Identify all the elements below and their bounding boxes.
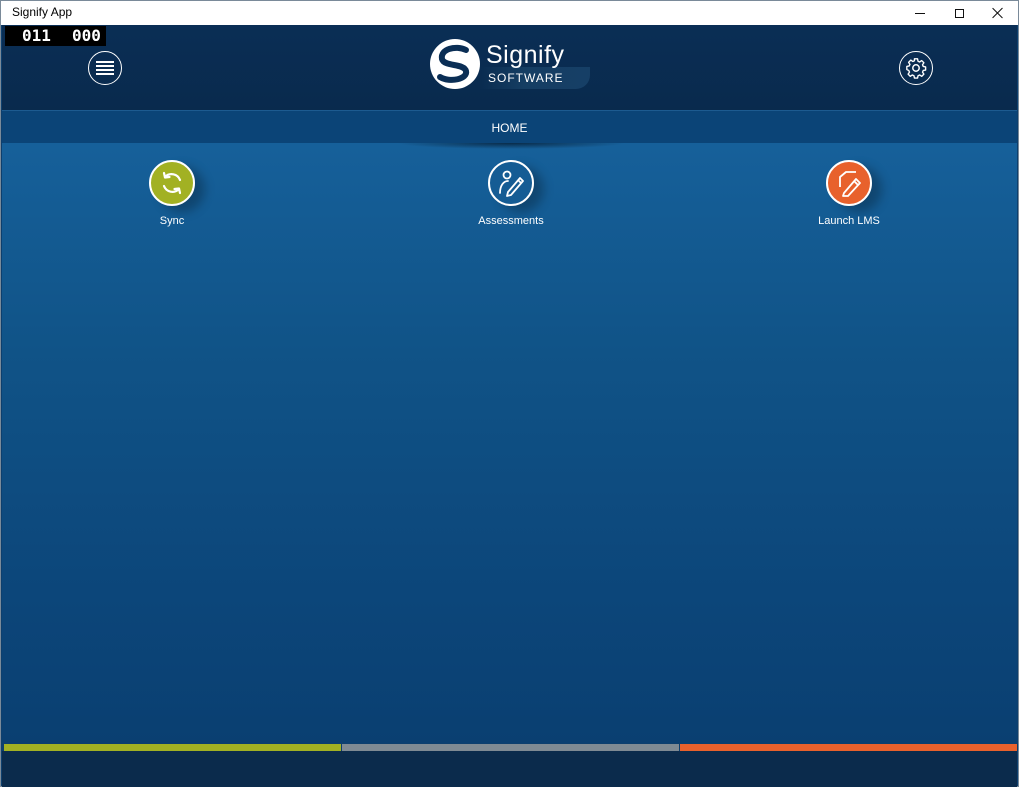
logo-tagline: SOFTWARE: [488, 71, 564, 85]
app-window: Signify App 011 000 Signify SOFTWARE HOM…: [0, 0, 1019, 787]
gear-icon: [906, 58, 927, 79]
maximize-button[interactable]: [939, 1, 979, 25]
minimize-button[interactable]: [900, 1, 940, 25]
close-button[interactable]: [978, 1, 1018, 25]
sync-button[interactable]: [149, 160, 195, 206]
nav-bar: HOME: [2, 110, 1017, 143]
sync-label: Sync: [159, 215, 185, 227]
home-content: Sync Assessments Launch LMS: [2, 143, 1017, 743]
hamburger-menu-icon: [96, 61, 114, 75]
counter-right: 000: [72, 26, 101, 45]
settings-button[interactable]: [899, 51, 933, 85]
footer-bar-gray: [342, 744, 679, 751]
nav-home-label[interactable]: HOME: [2, 121, 1017, 135]
window-title: Signify App: [12, 5, 73, 19]
launch-lms-tile[interactable]: Launch LMS: [789, 143, 909, 227]
nav-shadow: [396, 143, 626, 149]
maximize-icon: [954, 8, 964, 18]
signify-logo: Signify SOFTWARE: [428, 37, 594, 93]
edit-document-icon: [839, 171, 861, 197]
minimize-icon: [915, 12, 925, 14]
assessments-tile[interactable]: Assessments: [451, 143, 571, 227]
title-bar[interactable]: Signify App: [1, 1, 1018, 25]
menu-button[interactable]: [88, 51, 122, 85]
app-footer: [2, 751, 1017, 787]
app-header: 011 000 Signify SOFTWARE: [2, 25, 1017, 110]
launch-lms-button[interactable]: [826, 160, 872, 206]
sync-tile[interactable]: Sync: [112, 143, 232, 227]
logo-wordmark: Signify: [486, 41, 565, 69]
counter-left: 011: [22, 26, 51, 45]
logo-emblem-icon: [430, 39, 480, 89]
close-icon: [992, 7, 1004, 19]
assessment-pen-icon: [499, 170, 524, 197]
footer-bar-orange: [680, 744, 1017, 751]
debug-counter: 011 000: [5, 26, 106, 46]
assessments-button[interactable]: [488, 160, 534, 206]
footer-bar-green: [4, 744, 341, 751]
assessments-label: Assessments: [478, 215, 544, 227]
launch-lms-label: Launch LMS: [818, 215, 880, 227]
sync-icon: [162, 171, 182, 195]
